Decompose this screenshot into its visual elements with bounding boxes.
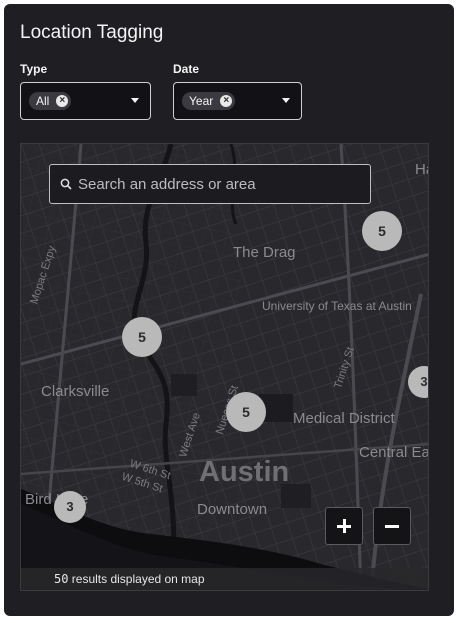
remove-type-chip-icon[interactable]: ×: [56, 95, 69, 107]
place-label-central-east: Central Ea: [359, 444, 429, 461]
date-filter-select[interactable]: Year ×: [173, 82, 302, 120]
type-filter-select[interactable]: All ×: [20, 82, 151, 120]
map-streets-background: [21, 144, 428, 590]
place-label-clarksville: Clarksville: [41, 383, 110, 400]
place-label-the-drag: The Drag: [233, 244, 296, 261]
place-label-downtown: Downtown: [197, 501, 268, 518]
results-count: 50: [54, 572, 69, 586]
type-chip-label: All: [36, 94, 50, 108]
place-label-medical-district: Medical District: [293, 410, 395, 427]
date-filter-chip: Year ×: [182, 92, 236, 110]
type-filter-label: Type: [20, 62, 48, 76]
search-icon: [60, 178, 72, 190]
type-dropdown-chevron-icon: [131, 98, 139, 103]
date-chip-label: Year: [189, 94, 214, 108]
place-label-university: University of Texas at Austin: [262, 299, 412, 313]
place-label-austin: Austin: [199, 456, 290, 488]
place-label-ha: Ha: [415, 161, 428, 178]
date-filter-label: Date: [173, 62, 200, 76]
map-search-box[interactable]: [49, 164, 371, 204]
zoom-in-button[interactable]: [325, 507, 363, 545]
map-search-input[interactable]: [78, 165, 364, 203]
panel-title: Location Tagging: [20, 22, 164, 43]
plus-icon-vertical: [343, 519, 346, 533]
date-dropdown-chevron-icon: [282, 98, 290, 103]
map-cluster-marker[interactable]: 5: [226, 392, 266, 432]
minus-icon: [385, 525, 399, 528]
map-cluster-marker[interactable]: 5: [122, 317, 162, 357]
type-filter-chip: All ×: [29, 92, 72, 110]
map-cluster-marker[interactable]: 5: [362, 211, 402, 251]
map-results-footer: 50 results displayed on map: [21, 568, 428, 590]
map-cluster-marker[interactable]: 3: [54, 491, 86, 523]
remove-date-chip-icon[interactable]: ×: [220, 95, 233, 107]
zoom-out-button[interactable]: [373, 507, 411, 545]
map-view[interactable]: The Drag University of Texas at Austin C…: [20, 143, 429, 591]
results-text: results displayed on map: [68, 572, 205, 586]
location-tagging-panel: Location Tagging Type All × Date Year ×: [4, 4, 454, 616]
